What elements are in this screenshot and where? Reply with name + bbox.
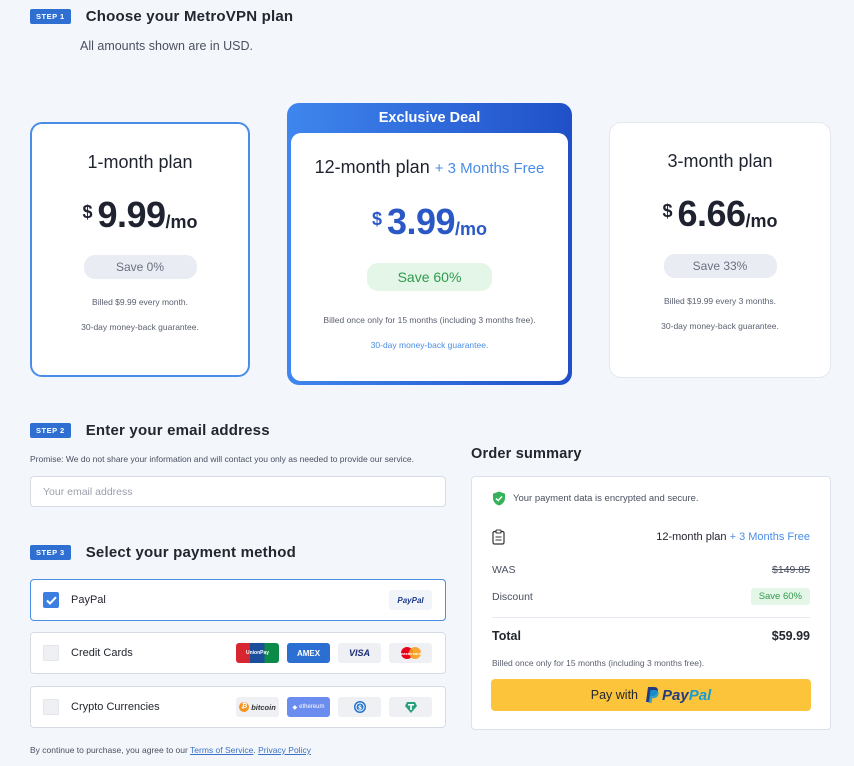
usd-coin-logo: $ [338,697,381,717]
payment-label: Crypto Currencies [71,701,160,713]
step-title: Choose your MetroVPN plan [85,8,294,25]
price-amount: 3.99 [386,201,456,242]
summary-billing-note: Billed once only for 15 months (includin… [492,658,705,668]
step-title: Enter your email address [85,422,270,439]
price-period: /mo [455,219,488,239]
bitcoin-icon: ₿ [239,702,250,712]
ethereum-logo: ◆ ethereum [287,697,330,717]
plan-name: 12-month plan + 3 Months Free [291,133,568,178]
price-currency: $ [82,202,93,222]
step-2-header: STEP 2 Enter your email address [30,422,270,439]
plan-price: $ 9.99 /mo [32,197,248,233]
plan-price: $ 3.99 /mo [291,204,568,240]
summary-divider [492,617,810,618]
pay-button-label: Pay with [590,688,639,702]
save-badge: Save 60% [367,263,492,291]
checkbox[interactable] [43,699,59,715]
paypal-logo: PayPal [389,590,432,610]
plan-name: 3-month plan [667,151,773,171]
was-value: $149.85 [772,564,810,576]
plan-card-1-month[interactable]: 1-month plan $ 9.99 /mo Save 0% Billed $… [30,122,250,377]
was-row: WAS $149.85 [492,564,810,576]
checkbox[interactable] [43,592,59,608]
guarantee-note: 30-day money-back guarantee. [661,321,779,331]
bitcoin-logo: ₿ bitcoin [236,697,279,717]
step-1-header: STEP 1 Choose your MetroVPN plan [30,8,293,25]
price-currency: $ [662,201,673,221]
mastercard-text: mastercard [399,650,422,656]
pay-with-paypal-button[interactable]: Pay with PayPal [491,679,811,711]
svg-text:$: $ [357,705,361,712]
save-badge: Save 33% [663,254,777,278]
payment-label: PayPal [71,594,106,606]
privacy-promise: Promise: We do not share your informatio… [30,454,414,464]
summary-plan-row: 12-month plan + 3 Months Free [492,529,810,545]
checkbox[interactable] [43,645,59,661]
ethereum-icon: ◆ [292,704,298,711]
summary-plan-name: 12-month plan [656,531,727,543]
usd-coin-icon: $ [353,701,366,713]
tether-icon [404,702,417,713]
privacy-policy-link[interactable]: Privacy Policy [258,745,311,755]
summary-plan: 12-month plan + 3 Months Free [656,531,810,543]
step-3-header: STEP 3 Select your payment method [30,544,296,561]
shield-check-icon [493,491,505,506]
total-label: Total [492,629,521,643]
guarantee-note: 30-day money-back guarantee. [81,322,199,332]
check-icon [45,596,57,605]
price-amount: 9.99 [97,194,166,235]
step-badge: STEP 1 [30,9,71,24]
currency-note: All amounts shown are in USD. [80,39,253,53]
price-amount: 6.66 [677,193,746,234]
visa-logo: VISA [338,643,381,663]
unionpay-logo: UnionPay [236,643,279,663]
order-summary-panel: Your payment data is encrypted and secur… [471,476,831,730]
billing-note: Billed $19.99 every 3 months. [664,296,776,306]
order-summary-title: Order summary [471,446,582,462]
billing-note: Billed once only for 15 months (includin… [323,315,536,325]
clipboard-icon [492,529,505,545]
tether-logo [389,697,432,717]
price-period: /mo [745,211,778,231]
payment-option-credit-cards[interactable]: Credit Cards UnionPay AMEX VISA masterca… [30,632,446,674]
guarantee-note: 30-day money-back guarantee. [370,340,489,350]
secure-text: Your payment data is encrypted and secur… [513,493,699,504]
discount-badge: Save 60% [750,588,810,605]
billing-note: Billed $9.99 every month. [92,297,188,307]
total-value: $59.99 [771,629,810,643]
was-label: WAS [492,564,516,576]
save-badge: Save 0% [83,255,197,279]
total-row: Total $59.99 [492,629,810,643]
plan-card-12-month[interactable]: Exclusive Deal 12-month plan + 3 Months … [287,103,572,385]
exclusive-deal-ribbon: Exclusive Deal [378,110,481,126]
terms-of-service-link[interactable]: Terms of Service [190,745,253,755]
summary-plan-bonus: + 3 Months Free [729,531,810,543]
payment-option-crypto[interactable]: Crypto Currencies ₿ bitcoin ◆ ethereum $ [30,686,446,728]
paypal-wordmark: PayPal [662,686,712,704]
plan-name: 1-month plan [87,152,193,172]
secure-notice: Your payment data is encrypted and secur… [492,491,699,506]
discount-label: Discount [492,590,533,603]
discount-row: Discount Save 60% [492,588,810,605]
plan-name-text: 12-month plan [314,157,430,177]
email-input[interactable] [30,476,446,507]
plan-price: $ 6.66 /mo [610,196,830,232]
terms-prefix: By continue to purchase, you agree to ou… [30,745,191,755]
step-badge: STEP 2 [30,423,71,438]
step-badge: STEP 3 [30,545,71,560]
mastercard-logo: mastercard [389,643,432,663]
plan-bonus: + 3 Months Free [434,160,545,177]
step-title: Select your payment method [85,544,296,561]
payment-label: Credit Cards [71,647,133,659]
price-currency: $ [371,209,382,229]
amex-logo: AMEX [287,643,330,663]
terms-line: By continue to purchase, you agree to ou… [30,745,311,755]
plan-card-3-month[interactable]: 3-month plan $ 6.66 /mo Save 33% Billed … [609,122,831,378]
price-period: /mo [165,212,198,232]
paypal-icon [646,687,659,703]
payment-option-paypal[interactable]: PayPal PayPal [30,579,446,621]
